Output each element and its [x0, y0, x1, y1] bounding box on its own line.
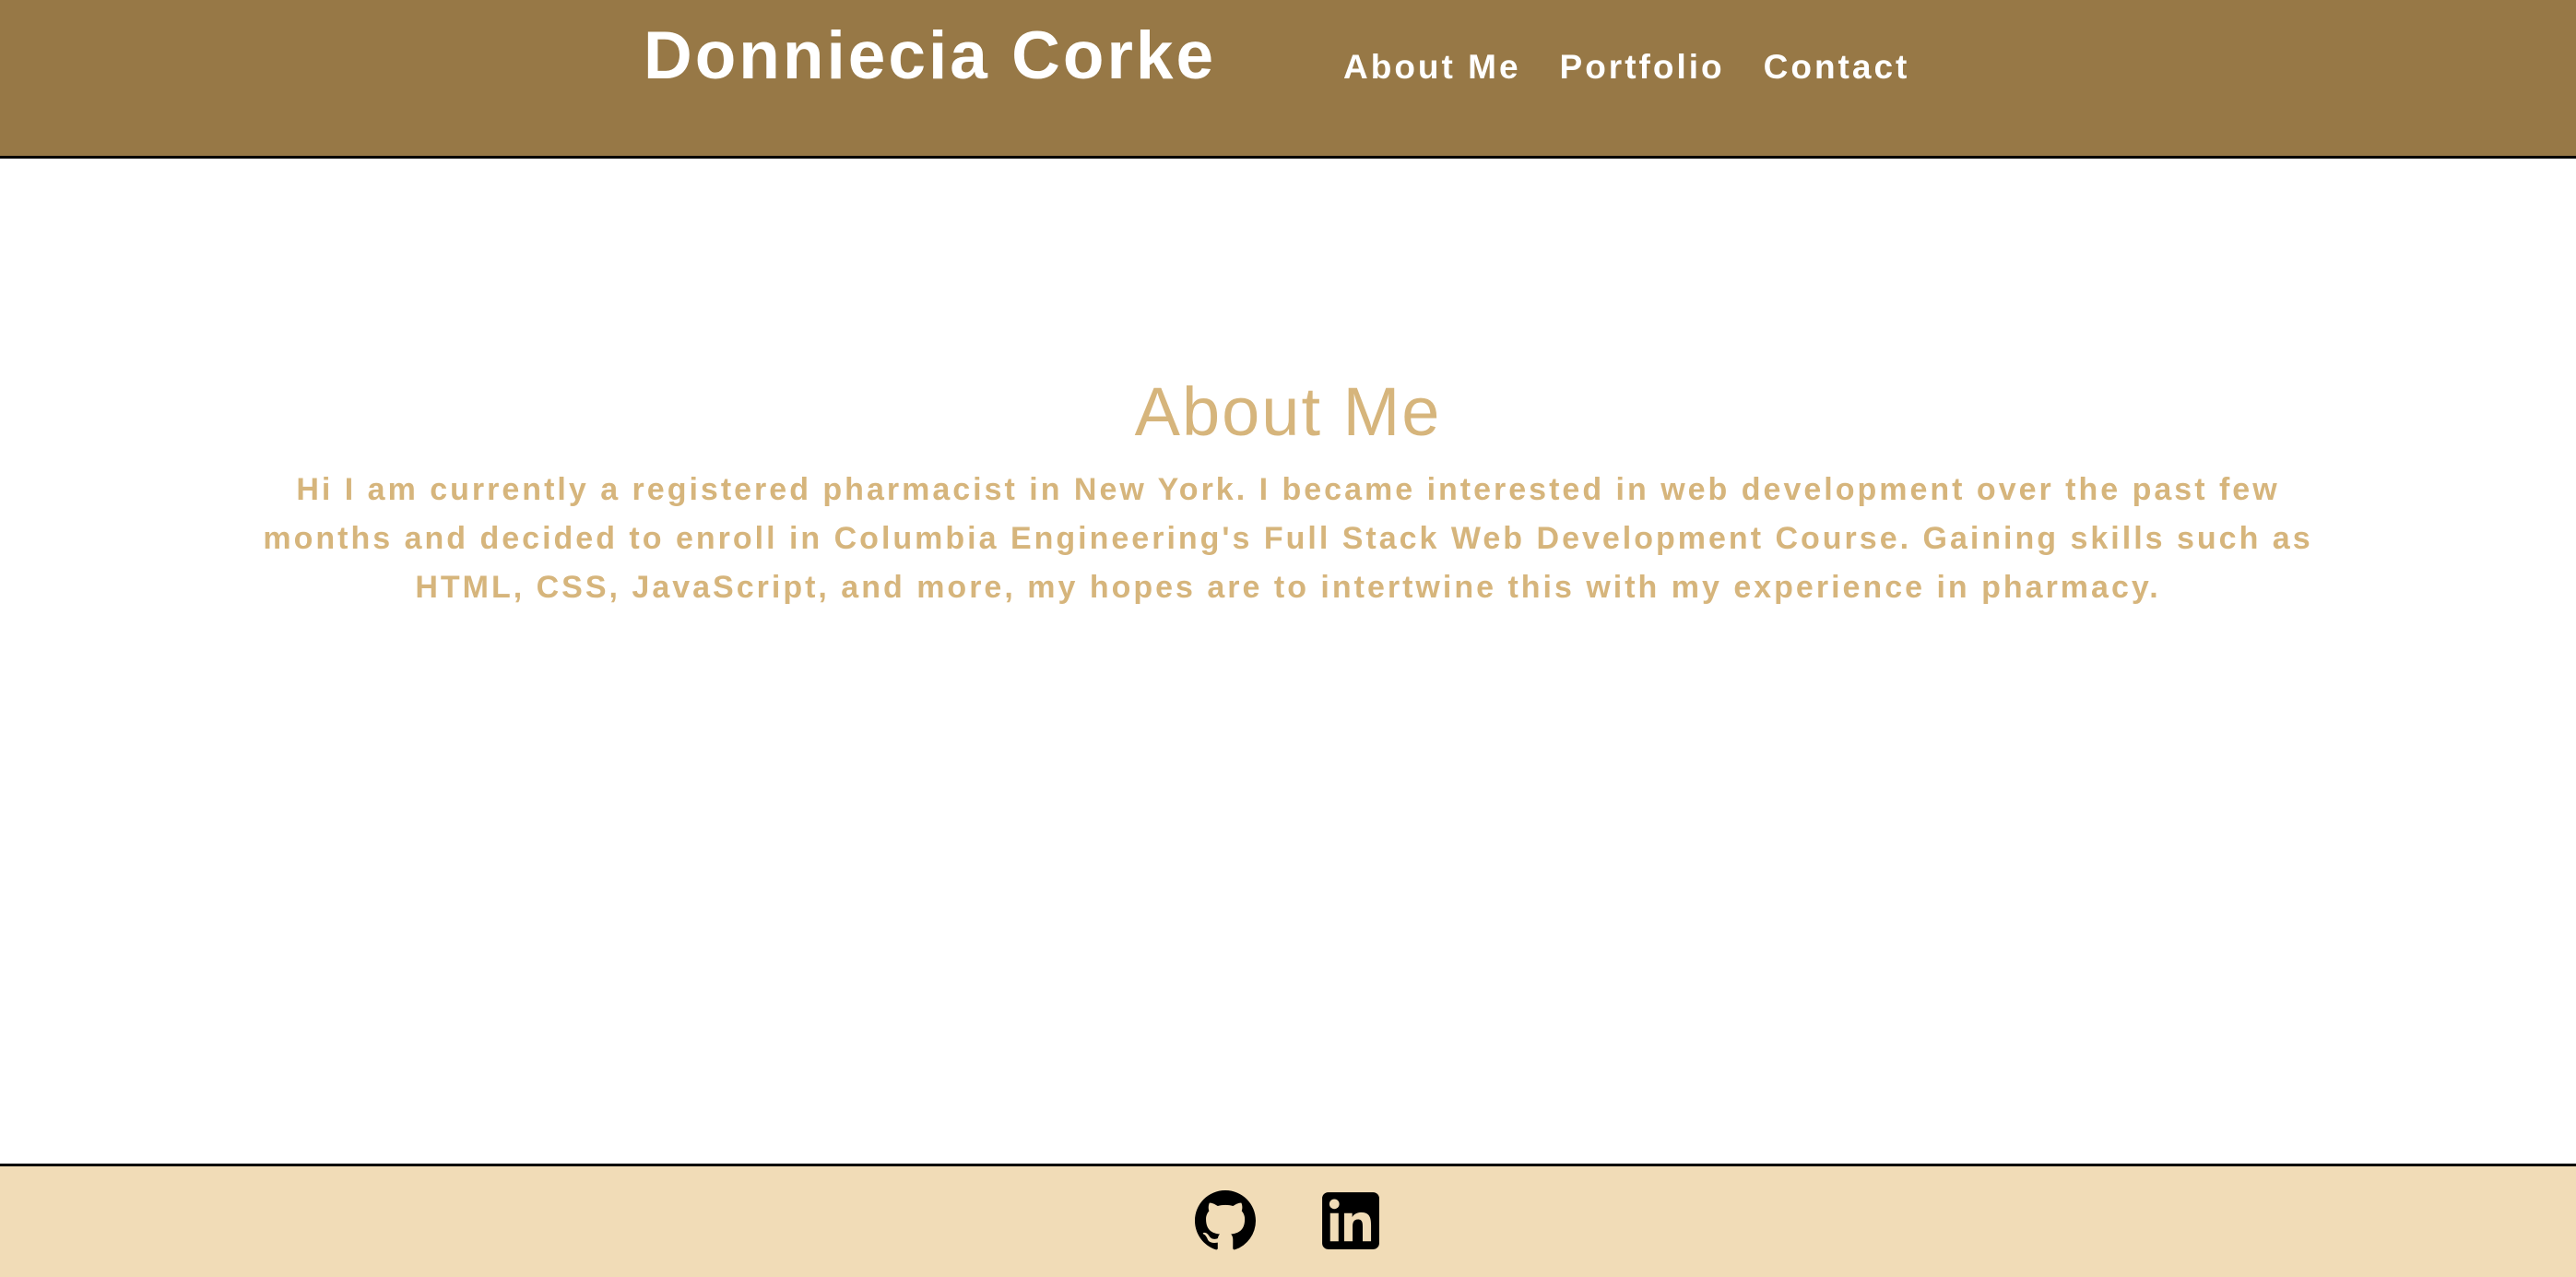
github-link[interactable]: [1195, 1190, 1256, 1251]
about-heading: About Me: [1134, 373, 1442, 450]
main-nav: About Me Portfolio Contact: [1343, 45, 1909, 89]
site-header: Donniecia Corke About Me Portfolio Conta…: [0, 0, 2576, 159]
about-paragraph: Hi I am currently a registered pharmacis…: [263, 472, 2313, 605]
site-footer: [0, 1164, 2576, 1277]
linkedin-icon: [1322, 1192, 1379, 1249]
github-icon: [1195, 1190, 1256, 1250]
nav-link-contact[interactable]: Contact: [1764, 45, 1910, 89]
linkedin-link[interactable]: [1320, 1190, 1381, 1251]
nav-link-about-me[interactable]: About Me: [1343, 45, 1521, 89]
site-title: Donniecia Corke: [644, 18, 1217, 93]
social-links: [0, 1190, 2576, 1251]
nav-link-portfolio[interactable]: Portfolio: [1560, 45, 1725, 89]
